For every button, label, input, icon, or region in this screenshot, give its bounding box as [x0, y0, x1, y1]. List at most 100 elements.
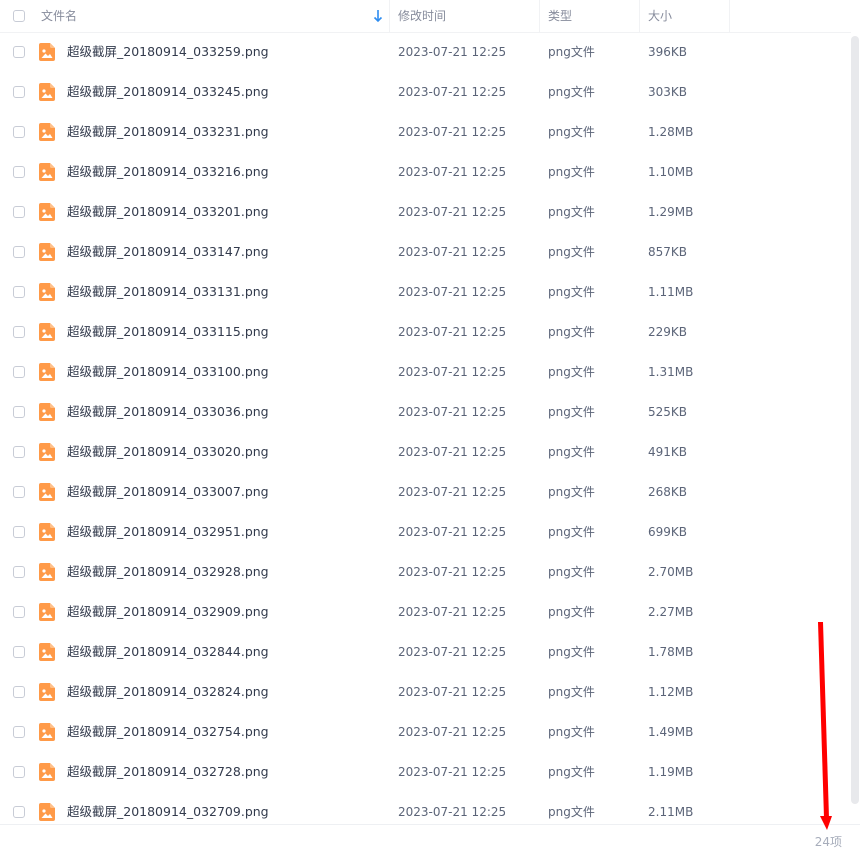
file-modified-date: 2023-07-21 12:25	[398, 645, 507, 659]
column-header-date[interactable]: 修改时间	[398, 0, 446, 32]
sort-down-arrow-icon[interactable]	[373, 9, 383, 23]
file-name[interactable]: 超级截屏_20180914_033216.png	[67, 152, 269, 192]
file-list-header: 文件名 修改时间 类型 大小	[0, 0, 851, 33]
row-checkbox[interactable]	[13, 766, 25, 778]
row-checkbox[interactable]	[13, 326, 25, 338]
column-header-size[interactable]: 大小	[648, 0, 672, 32]
file-name[interactable]: 超级截屏_20180914_033201.png	[67, 192, 269, 232]
file-size: 1.11MB	[648, 285, 694, 299]
file-row[interactable]: 超级截屏_20180914_033115.png 2023-07-21 12:25…	[0, 312, 851, 352]
file-name[interactable]: 超级截屏_20180914_032824.png	[67, 672, 269, 712]
status-bar: 24项	[0, 824, 860, 856]
file-name[interactable]: 超级截屏_20180914_033259.png	[67, 32, 269, 72]
image-file-icon	[39, 563, 55, 581]
row-checkbox[interactable]	[13, 406, 25, 418]
image-file-icon	[39, 363, 55, 381]
file-name[interactable]: 超级截屏_20180914_032728.png	[67, 752, 269, 792]
file-modified-date: 2023-07-21 12:25	[398, 725, 507, 739]
file-modified-date: 2023-07-21 12:25	[398, 45, 507, 59]
file-name[interactable]: 超级截屏_20180914_033231.png	[67, 112, 269, 152]
row-checkbox[interactable]	[13, 526, 25, 538]
file-row[interactable]: 超级截屏_20180914_033216.png 2023-07-21 12:25…	[0, 152, 851, 192]
file-name[interactable]: 超级截屏_20180914_032844.png	[67, 632, 269, 672]
file-row[interactable]: 超级截屏_20180914_032909.png 2023-07-21 12:25…	[0, 592, 851, 632]
file-name[interactable]: 超级截屏_20180914_032754.png	[67, 712, 269, 752]
column-divider[interactable]	[729, 0, 730, 32]
file-row[interactable]: 超级截屏_20180914_032824.png 2023-07-21 12:25…	[0, 672, 851, 712]
image-file-icon	[39, 403, 55, 421]
file-row[interactable]: 超级截屏_20180914_033036.png 2023-07-21 12:25…	[0, 392, 851, 432]
row-checkbox[interactable]	[13, 806, 25, 818]
select-all-checkbox[interactable]	[13, 10, 25, 22]
row-checkbox[interactable]	[13, 206, 25, 218]
file-name[interactable]: 超级截屏_20180914_032928.png	[67, 552, 269, 592]
file-row[interactable]: 超级截屏_20180914_033007.png 2023-07-21 12:25…	[0, 472, 851, 512]
column-divider[interactable]	[389, 0, 390, 32]
file-row[interactable]: 超级截屏_20180914_033201.png 2023-07-21 12:25…	[0, 192, 851, 232]
file-modified-date: 2023-07-21 12:25	[398, 205, 507, 219]
file-modified-date: 2023-07-21 12:25	[398, 485, 507, 499]
file-modified-date: 2023-07-21 12:25	[398, 125, 507, 139]
column-header-name[interactable]: 文件名	[41, 0, 77, 32]
file-size: 396KB	[648, 45, 688, 59]
file-size: 1.29MB	[648, 205, 694, 219]
file-name[interactable]: 超级截屏_20180914_033007.png	[67, 472, 269, 512]
row-checkbox[interactable]	[13, 446, 25, 458]
file-name[interactable]: 超级截屏_20180914_032909.png	[67, 592, 269, 632]
image-file-icon	[39, 763, 55, 781]
file-row[interactable]: 超级截屏_20180914_032844.png 2023-07-21 12:25…	[0, 632, 851, 672]
image-file-icon	[39, 43, 55, 61]
column-divider[interactable]	[539, 0, 540, 32]
image-file-icon	[39, 283, 55, 301]
row-checkbox[interactable]	[13, 646, 25, 658]
image-file-icon	[39, 683, 55, 701]
row-checkbox[interactable]	[13, 366, 25, 378]
file-row[interactable]: 超级截屏_20180914_032928.png 2023-07-21 12:25…	[0, 552, 851, 592]
column-header-type[interactable]: 类型	[548, 0, 572, 32]
row-checkbox[interactable]	[13, 606, 25, 618]
file-type: png文件	[548, 165, 595, 179]
file-row[interactable]: 超级截屏_20180914_032754.png 2023-07-21 12:25…	[0, 712, 851, 752]
file-row[interactable]: 超级截屏_20180914_033259.png 2023-07-21 12:25…	[0, 32, 851, 72]
file-row[interactable]: 超级截屏_20180914_033231.png 2023-07-21 12:25…	[0, 112, 851, 152]
file-size: 1.78MB	[648, 645, 694, 659]
file-name[interactable]: 超级截屏_20180914_032951.png	[67, 512, 269, 552]
file-type: png文件	[548, 45, 595, 59]
file-size: 525KB	[648, 405, 688, 419]
file-size: 1.31MB	[648, 365, 694, 379]
file-name[interactable]: 超级截屏_20180914_033115.png	[67, 312, 269, 352]
row-checkbox[interactable]	[13, 726, 25, 738]
image-file-icon	[39, 203, 55, 221]
file-row[interactable]: 超级截屏_20180914_033245.png 2023-07-21 12:25…	[0, 72, 851, 112]
file-modified-date: 2023-07-21 12:25	[398, 685, 507, 699]
row-checkbox[interactable]	[13, 686, 25, 698]
row-checkbox[interactable]	[13, 46, 25, 58]
file-name[interactable]: 超级截屏_20180914_033100.png	[67, 352, 269, 392]
file-name[interactable]: 超级截屏_20180914_033131.png	[67, 272, 269, 312]
file-row[interactable]: 超级截屏_20180914_033147.png 2023-07-21 12:25…	[0, 232, 851, 272]
file-row[interactable]: 超级截屏_20180914_033100.png 2023-07-21 12:25…	[0, 352, 851, 392]
file-size: 1.10MB	[648, 165, 694, 179]
file-row[interactable]: 超级截屏_20180914_032951.png 2023-07-21 12:25…	[0, 512, 851, 552]
file-name[interactable]: 超级截屏_20180914_033036.png	[67, 392, 269, 432]
file-size: 491KB	[648, 445, 688, 459]
row-checkbox[interactable]	[13, 126, 25, 138]
column-divider[interactable]	[639, 0, 640, 32]
row-checkbox[interactable]	[13, 246, 25, 258]
row-checkbox[interactable]	[13, 566, 25, 578]
row-checkbox[interactable]	[13, 286, 25, 298]
file-type: png文件	[548, 285, 595, 299]
file-row[interactable]: 超级截屏_20180914_033131.png 2023-07-21 12:25…	[0, 272, 851, 312]
file-size: 699KB	[648, 525, 688, 539]
file-row[interactable]: 超级截屏_20180914_032728.png 2023-07-21 12:25…	[0, 752, 851, 792]
row-checkbox[interactable]	[13, 486, 25, 498]
file-type: png文件	[548, 725, 595, 739]
row-checkbox[interactable]	[13, 166, 25, 178]
file-name[interactable]: 超级截屏_20180914_033020.png	[67, 432, 269, 472]
vertical-scrollbar[interactable]	[851, 36, 859, 804]
file-row[interactable]: 超级截屏_20180914_033020.png 2023-07-21 12:25…	[0, 432, 851, 472]
file-type: png文件	[548, 125, 595, 139]
file-name[interactable]: 超级截屏_20180914_033147.png	[67, 232, 269, 272]
row-checkbox[interactable]	[13, 86, 25, 98]
file-name[interactable]: 超级截屏_20180914_033245.png	[67, 72, 269, 112]
